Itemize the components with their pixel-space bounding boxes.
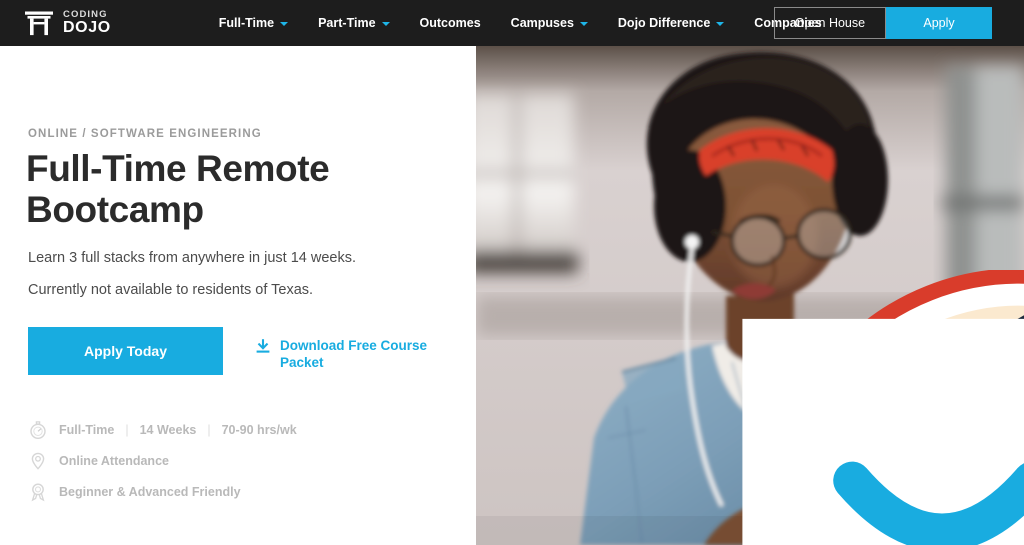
nav-item-full-time[interactable]: Full-Time <box>204 0 303 46</box>
feature-attendance-label: Online Attendance <box>59 453 169 468</box>
feature-level-label: Beginner & Advanced Friendly <box>59 484 241 499</box>
chevron-down-icon <box>716 22 725 26</box>
nav-item-campuses[interactable]: Campuses <box>496 0 603 46</box>
nav-item-dojo-difference[interactable]: Dojo Difference <box>603 0 739 46</box>
hero-subtitle-primary: Learn 3 full stacks from anywhere in jus… <box>28 250 357 266</box>
location-pin-icon <box>28 451 48 471</box>
nav-item-label: Campuses <box>510 16 574 30</box>
feature-part: 14 Weeks <box>139 422 197 437</box>
award-ribbon-icon <box>28 482 48 502</box>
coding-dojo-logo[interactable]: CODING DOJO <box>24 9 111 37</box>
nav-item-label: Dojo Difference <box>617 16 711 30</box>
feature-row-attendance: Online Attendance <box>28 445 297 476</box>
logo-line-coding: CODING <box>63 8 108 20</box>
nav-item-part-time[interactable]: Part-Time <box>303 0 404 46</box>
chevron-down-icon <box>579 22 588 26</box>
feature-part: 70-90 hrs/wk <box>221 422 297 437</box>
divider: | <box>125 422 129 437</box>
nav-action-buttons: Open House Apply <box>774 7 992 39</box>
logo-wordmark: CODING DOJO <box>63 10 111 37</box>
page-root: CODING DOJO Full-Time Part-Time Outcomes… <box>0 0 1024 545</box>
hero-subtitle-secondary: Currently not available to residents of … <box>28 282 314 298</box>
nav-item-label: Outcomes <box>419 16 481 30</box>
download-icon <box>255 338 271 360</box>
torii-gate-icon <box>24 9 54 37</box>
apply-today-button[interactable]: Apply Today <box>28 327 223 375</box>
hero-feature-list: Full-Time | 14 Weeks | 70-90 hrs/wk Onli… <box>28 414 297 507</box>
chevron-down-icon <box>280 22 289 26</box>
chat-launcher-button[interactable] <box>741 318 1024 545</box>
stopwatch-icon <box>28 420 48 440</box>
nav-item-label: Full-Time <box>218 16 275 30</box>
feature-schedule-label: Full-Time | 14 Weeks | 70-90 hrs/wk <box>59 423 297 437</box>
hero-text-panel: ONLINE / SOFTWARE ENGINEERING Full-Time … <box>0 46 476 545</box>
download-course-packet-link[interactable]: Download Free Course Packet <box>255 338 432 372</box>
hero-photo: • 2021 • BEST ONLINE BOOTCAMPS switchup … <box>476 46 1024 545</box>
download-link-label: Download Free Course Packet <box>280 338 428 370</box>
nav-item-label: Part-Time <box>318 16 376 30</box>
chat-bubble-icon <box>668 269 1024 545</box>
feature-part: Full-Time <box>59 422 115 437</box>
nav-links: Full-Time Part-Time Outcomes Campuses Do… <box>204 0 837 46</box>
apply-nav-button[interactable]: Apply <box>886 7 992 39</box>
feature-row-level: Beginner & Advanced Friendly <box>28 476 297 507</box>
top-navigation-bar: CODING DOJO Full-Time Part-Time Outcomes… <box>0 0 1024 46</box>
hero-eyebrow: ONLINE / SOFTWARE ENGINEERING <box>28 128 262 140</box>
divider: | <box>207 422 211 437</box>
page-title: Full-Time Remote Bootcamp <box>26 148 330 231</box>
feature-row-schedule: Full-Time | 14 Weeks | 70-90 hrs/wk <box>28 414 297 445</box>
logo-line-dojo: DOJO <box>63 19 111 37</box>
nav-item-outcomes[interactable]: Outcomes <box>405 0 496 46</box>
chevron-down-icon <box>381 22 390 26</box>
open-house-button[interactable]: Open House <box>774 7 886 39</box>
